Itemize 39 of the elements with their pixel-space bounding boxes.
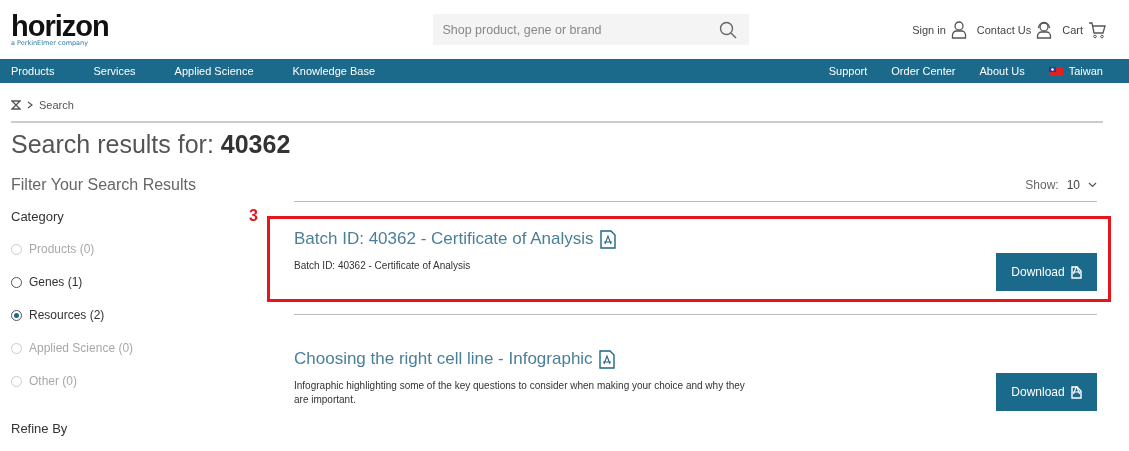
cart-icon bbox=[1088, 20, 1106, 39]
page-title: Search results for: 40362 bbox=[11, 129, 292, 159]
show-label: Show: bbox=[1025, 178, 1059, 192]
pdf-icon bbox=[598, 349, 615, 369]
header-link[interactable]: Sign in bbox=[912, 20, 967, 39]
result-title-link[interactable]: Choosing the right cell line - Infographic bbox=[294, 349, 593, 369]
breadcrumb-link[interactable]: Search bbox=[39, 99, 74, 111]
nav-link[interactable]: Order Center bbox=[891, 65, 956, 77]
section-label: Refine By bbox=[11, 421, 68, 437]
nav-link[interactable]: Knowledge Base bbox=[292, 65, 376, 77]
pdf-icon bbox=[1070, 385, 1082, 399]
nav-link[interactable]: Services bbox=[93, 65, 136, 77]
flag-icon bbox=[1048, 66, 1063, 76]
result-description: Batch ID: 40362 - Certificate of Analysis bbox=[294, 259, 472, 273]
filter-heading: Filter Your Search Results bbox=[11, 175, 197, 195]
header-link[interactable]: Cart bbox=[1062, 20, 1106, 39]
download-button[interactable]: Download bbox=[996, 373, 1097, 411]
nav-link[interactable]: About Us bbox=[979, 65, 1025, 77]
chevron-icon bbox=[27, 101, 33, 109]
region-link[interactable]: Taiwan bbox=[1048, 65, 1103, 77]
result-description: Infographic highlighting some of the key questions to consider when making your choice and why they are important. bbox=[294, 379, 746, 407]
category-radio[interactable]: Genes (1) bbox=[11, 273, 83, 291]
section-label: Category bbox=[11, 209, 64, 225]
nav-link[interactable]: Applied Science bbox=[174, 65, 254, 77]
nav-link[interactable]: Support bbox=[828, 65, 868, 77]
header-link[interactable]: Contact Us bbox=[976, 20, 1053, 39]
category-radio[interactable]: Resources (2) bbox=[11, 306, 105, 324]
logo[interactable]: horizon bbox=[11, 13, 109, 39]
nav-link[interactable]: Products bbox=[11, 65, 55, 77]
pdf-icon bbox=[1070, 265, 1082, 279]
result-title-link[interactable]: Batch ID: 40362 - Certificate of Analysis bbox=[294, 229, 594, 249]
page-size-dropdown[interactable]: 10 bbox=[1066, 178, 1097, 192]
pdf-icon bbox=[599, 229, 616, 249]
chevron-down-icon bbox=[1088, 182, 1097, 188]
headset-icon bbox=[1036, 20, 1053, 39]
person-icon bbox=[950, 20, 967, 39]
annotation-number: 3 bbox=[249, 207, 258, 225]
download-button[interactable]: Download bbox=[996, 253, 1097, 291]
search-field[interactable]: Shop product, gene or brand bbox=[433, 14, 750, 45]
